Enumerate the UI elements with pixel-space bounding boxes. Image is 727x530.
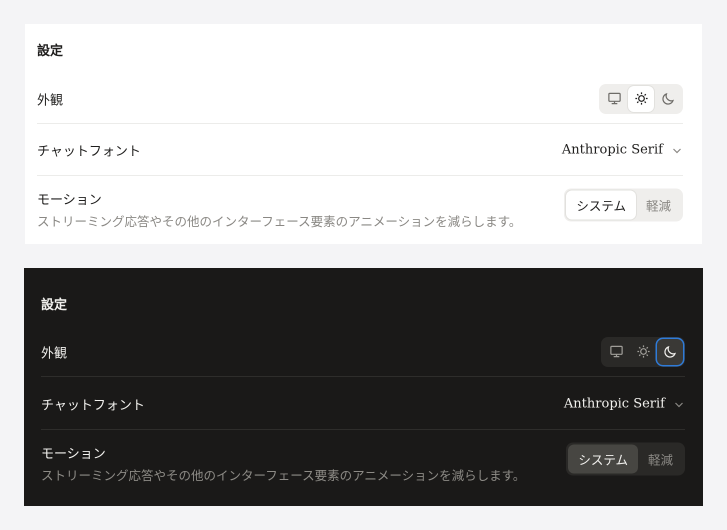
theme-dark-button[interactable] [655, 86, 681, 112]
theme-switch [599, 83, 683, 114]
motion-description: ストリーミング応答やその他のインターフェース要素のアニメーションを減らします。 [41, 468, 526, 483]
theme-system-button[interactable] [601, 86, 627, 112]
motion-option-system[interactable]: システム [568, 444, 638, 473]
motion-option-reduced[interactable]: 軽減 [636, 190, 681, 219]
motion-row: モーション ストリーミング応答やその他のインターフェース要素のアニメーションを減… [37, 177, 683, 232]
chat-font-select[interactable]: Anthropic Serif [562, 143, 683, 158]
moon-icon [663, 346, 676, 358]
motion-segmented-control: システム 軽減 [564, 188, 683, 221]
settings-title: 設定 [37, 44, 64, 59]
motion-label: モーション [41, 447, 106, 462]
appearance-label: 外観 [37, 93, 64, 108]
chevron-down-icon [673, 148, 681, 153]
motion-row: モーション ストリーミング応答やその他のインターフェース要素のアニメーションを減… [41, 431, 685, 486]
appearance-row: 外観 [41, 327, 685, 377]
theme-light-button[interactable] [630, 339, 656, 365]
monitor-icon [607, 92, 621, 105]
motion-label: モーション [37, 193, 102, 208]
theme-switch [601, 336, 685, 367]
monitor-icon [609, 345, 623, 358]
settings-panel-light: 設定 外観 チャットフォント Anthropic Serif モーション ストリ… [25, 24, 702, 244]
chat-font-row: チャットフォント Anthropic Serif [41, 379, 685, 430]
chat-font-select[interactable]: Anthropic Serif [564, 397, 685, 412]
moon-icon [661, 93, 674, 105]
sun-icon [636, 345, 650, 358]
motion-option-system[interactable]: システム [566, 190, 636, 219]
motion-segmented-control: システム 軽減 [566, 442, 685, 475]
theme-dark-button[interactable] [657, 338, 683, 365]
chat-font-row: チャットフォント Anthropic Serif [37, 125, 683, 176]
appearance-row: 外観 [37, 74, 683, 124]
motion-option-reduced[interactable]: 軽減 [638, 444, 683, 473]
theme-light-button[interactable] [628, 85, 654, 112]
settings-title: 設定 [41, 298, 68, 313]
chat-font-label: チャットフォント [37, 144, 141, 160]
motion-description: ストリーミング応答やその他のインターフェース要素のアニメーションを減らします。 [37, 214, 522, 229]
chat-font-value: Anthropic Serif [561, 142, 663, 158]
appearance-label: 外観 [41, 346, 68, 361]
sun-icon [634, 92, 648, 105]
settings-panel-dark: 設定 外観 チャットフォント Anthropic Serif モーション ストリ… [24, 268, 703, 506]
theme-system-button[interactable] [603, 339, 629, 365]
chat-font-value: Anthropic Serif [563, 396, 665, 412]
chat-font-label: チャットフォント [41, 398, 145, 414]
chevron-down-icon [675, 402, 683, 407]
